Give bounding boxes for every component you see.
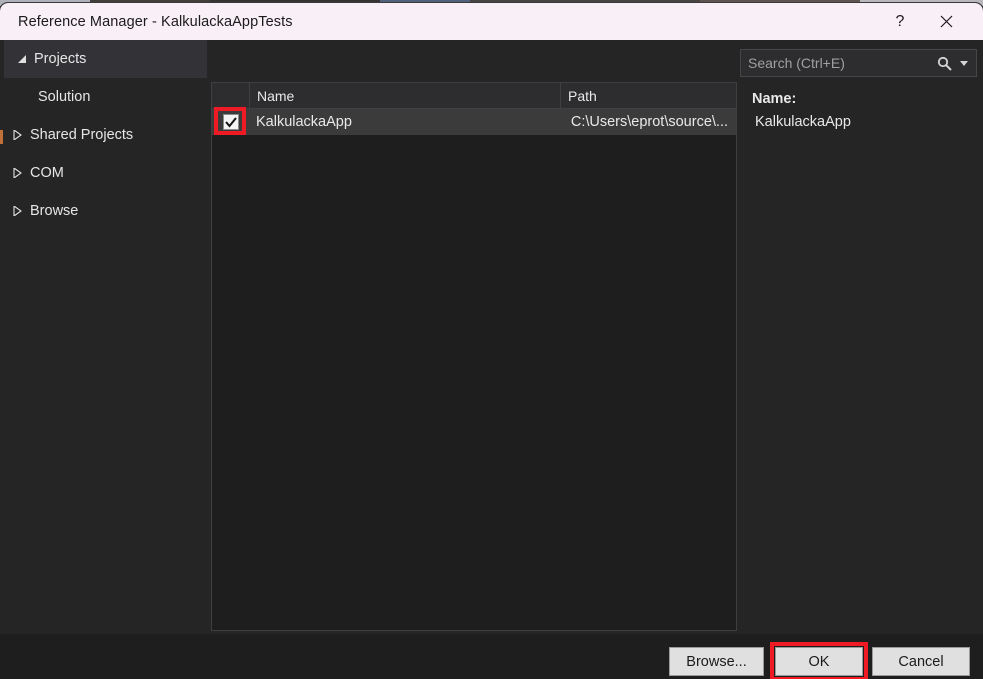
close-button[interactable] — [923, 3, 969, 40]
dialog-footer: Browse... OK Cancel — [0, 634, 983, 679]
details-name-value: KalkulackaApp — [755, 114, 851, 130]
title-bar: Reference Manager - KalkulackaAppTests ? — [0, 3, 983, 40]
ok-button-highlight-annotation — [770, 642, 868, 679]
category-sidebar: Projects Solution Shared Projects COM Br… — [0, 40, 207, 634]
question-mark-icon: ? — [895, 12, 905, 30]
triangle-right-icon — [8, 206, 26, 216]
row-name-cell: KalkulackaApp — [256, 114, 352, 130]
checkbox-highlight-annotation — [214, 107, 246, 135]
sidebar-item-label: Shared Projects — [30, 127, 134, 143]
details-panel: Name: KalkulackaApp — [740, 91, 983, 631]
search-icon[interactable] — [932, 56, 956, 71]
window-edge-bleed — [0, 130, 3, 144]
column-header-path[interactable]: Path — [561, 83, 736, 108]
list-header-row: Name Path — [212, 83, 736, 109]
sidebar-item-label: Browse — [30, 203, 79, 219]
column-header-check[interactable] — [212, 83, 250, 108]
sidebar-item-browse[interactable]: Browse — [0, 192, 207, 230]
triangle-right-icon — [8, 130, 26, 140]
table-row[interactable]: KalkulackaApp C:\Users\eprot\source\... — [212, 109, 736, 135]
reference-manager-dialog: Reference Manager - KalkulackaAppTests ?… — [0, 3, 983, 679]
sidebar-item-label: Projects — [34, 51, 87, 67]
close-icon — [940, 15, 952, 28]
sidebar-item-label: Solution — [38, 89, 91, 105]
sidebar-item-projects[interactable]: Projects — [4, 40, 207, 78]
sidebar-item-label: COM — [30, 165, 64, 181]
triangle-down-icon — [12, 54, 30, 64]
search-box[interactable] — [740, 49, 977, 77]
sidebar-item-com[interactable]: COM — [0, 154, 207, 192]
details-name-label: Name: — [752, 91, 797, 107]
triangle-right-icon — [8, 168, 26, 178]
row-path-cell: C:\Users\eprot\source\... — [570, 114, 728, 130]
column-header-name[interactable]: Name — [250, 83, 561, 108]
window-title: Reference Manager - KalkulackaAppTests — [18, 13, 293, 30]
sidebar-item-shared-projects[interactable]: Shared Projects — [0, 116, 207, 154]
search-input[interactable] — [741, 54, 932, 72]
chevron-down-icon[interactable] — [956, 60, 976, 66]
browse-button[interactable]: Browse... — [669, 647, 764, 676]
sidebar-item-solution[interactable]: Solution — [0, 78, 207, 116]
reference-list-panel: Name Path KalkulackaApp C:\Users\eprot\s… — [211, 82, 737, 631]
help-button[interactable]: ? — [877, 3, 923, 40]
cancel-button[interactable]: Cancel — [872, 647, 970, 676]
